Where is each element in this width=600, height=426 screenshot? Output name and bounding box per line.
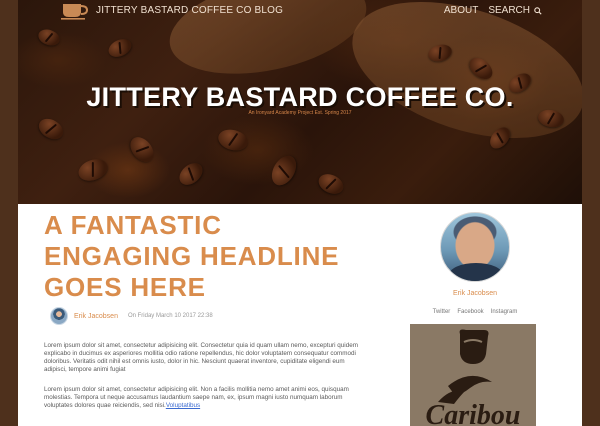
coffee-bean-image — [215, 126, 251, 154]
hero-banner: JITTERY BASTARD COFFEE CO BLOG ABOUT SEA… — [18, 0, 582, 204]
caribou-logo-icon: Caribou — [410, 324, 536, 426]
author-name-link[interactable]: Erik Jacobsen — [74, 313, 118, 320]
coffee-bean-image — [125, 132, 159, 167]
nav-search-label: SEARCH — [488, 5, 530, 16]
main-nav: ABOUT SEARCH — [444, 5, 542, 16]
voluptatibus-link[interactable]: Voluptatibus — [166, 402, 200, 409]
facebook-link[interactable]: Facebook — [457, 309, 483, 315]
post-headline[interactable]: A FANTASTIC ENGAGING HEADLINE GOES HERE — [44, 210, 344, 303]
coffee-bean-image — [105, 35, 135, 61]
search-icon — [534, 6, 542, 15]
coffee-bean-image — [175, 158, 207, 190]
hero-title: JITTERY BASTARD COFFEE CO. — [86, 82, 514, 112]
post-paragraph: Lorem ipsum dolor sit amet, consectetur … — [44, 386, 362, 410]
coffee-cup-logo-icon[interactable] — [60, 2, 90, 20]
promo-brand-text: Caribou — [426, 400, 521, 426]
post-byline: Erik Jacobsen On Friday March 10 2017 22… — [50, 307, 213, 325]
coffee-bean-image — [35, 114, 67, 144]
nav-about-link[interactable]: ABOUT — [444, 5, 478, 16]
coffee-bean-image — [36, 26, 62, 49]
main-content: A FANTASTIC ENGAGING HEADLINE GOES HERE … — [18, 204, 582, 426]
left-frame — [0, 0, 18, 426]
coffee-bean-image — [75, 155, 111, 185]
coffee-bean-image — [266, 151, 302, 190]
twitter-link[interactable]: Twitter — [433, 309, 451, 315]
right-frame — [582, 0, 600, 426]
post-paragraph: Lorem ipsum dolor sit amet, consectetur … — [44, 342, 358, 373]
post-date: On Friday March 10 2017 22:38 — [127, 313, 213, 319]
profile-name-link[interactable]: Erik Jacobsen — [432, 290, 518, 297]
profile-avatar[interactable] — [440, 212, 510, 282]
blog-title-link[interactable]: JITTERY BASTARD COFFEE CO BLOG — [96, 5, 283, 16]
social-links: Twitter Facebook Instagram — [432, 309, 518, 315]
hero-subtitle: An Ironyard Academy Project Est. Spring … — [248, 110, 352, 116]
instagram-link[interactable]: Instagram — [491, 309, 518, 315]
author-avatar[interactable] — [50, 307, 68, 325]
profile-avatar-shoulders — [449, 263, 503, 281]
nav-search-link[interactable]: SEARCH — [488, 5, 542, 16]
coffee-bean-image — [315, 170, 347, 198]
top-nav-bar: JITTERY BASTARD COFFEE CO BLOG ABOUT SEA… — [18, 0, 582, 22]
caribou-promo-image[interactable]: Caribou — [410, 324, 536, 426]
